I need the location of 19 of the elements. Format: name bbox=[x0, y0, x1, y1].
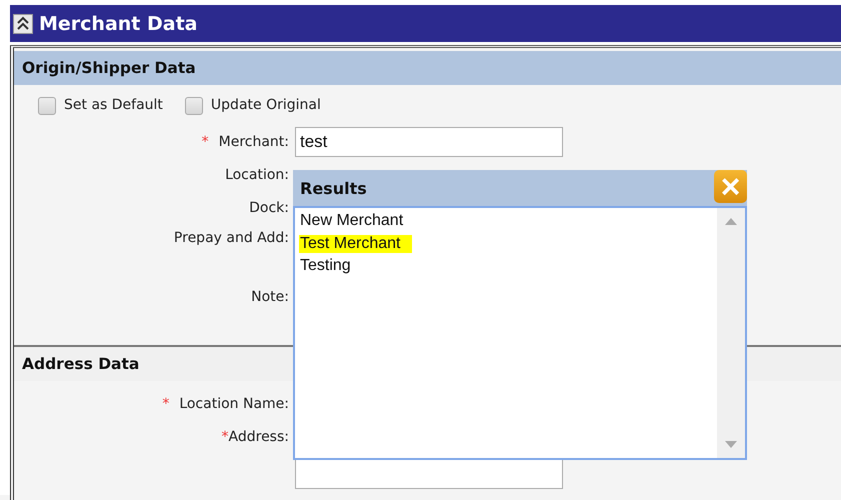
required-mark: * bbox=[202, 134, 209, 150]
required-mark: * bbox=[222, 428, 229, 444]
field-label: Dock: bbox=[249, 200, 289, 216]
list-item[interactable]: Testing bbox=[299, 257, 363, 275]
field-label: Location: bbox=[225, 166, 289, 182]
required-mark: * bbox=[162, 396, 170, 412]
input-field[interactable]: test bbox=[295, 126, 563, 156]
field-label: Merchant: bbox=[218, 134, 289, 150]
field-label: Prepay and Add: bbox=[174, 230, 289, 246]
list-item[interactable]: New Merchant bbox=[299, 212, 416, 230]
checkbox-label: Update Original bbox=[210, 97, 321, 113]
list-item[interactable]: Test Merchant bbox=[299, 234, 412, 252]
field-label: Address: bbox=[228, 428, 289, 444]
checkbox-label: Set as Default bbox=[64, 97, 163, 113]
popup-title: Results bbox=[300, 178, 367, 198]
section-header: Origin/Shipper Data bbox=[14, 51, 841, 85]
field-label: Note: bbox=[251, 288, 289, 304]
window-title: Merchant Data bbox=[39, 12, 198, 34]
field-label: Location Name: bbox=[179, 396, 289, 412]
